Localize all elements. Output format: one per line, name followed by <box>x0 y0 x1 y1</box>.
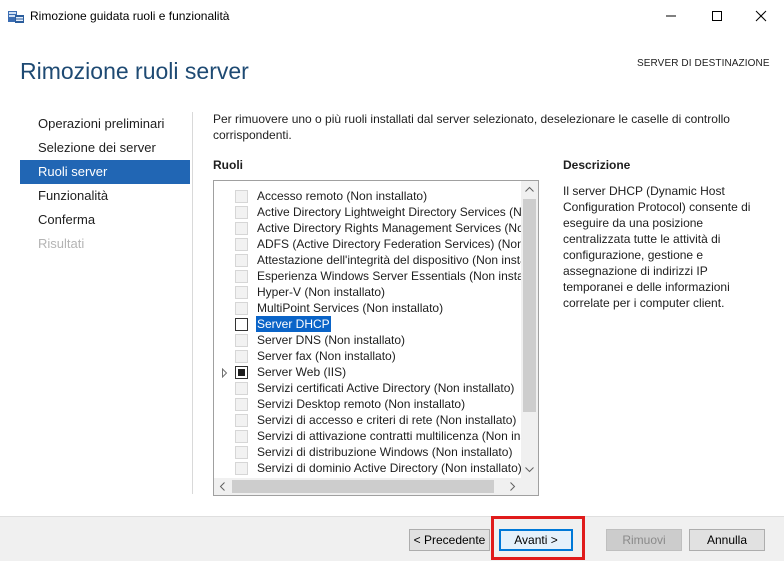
expand-arrow-icon[interactable] <box>221 367 229 379</box>
scrollbar-corner <box>521 478 538 495</box>
role-label: Server fax (Non installato) <box>257 349 396 363</box>
role-label: Servizi Desktop remoto (Non installato) <box>257 397 466 411</box>
role-row[interactable]: Servizi di attivazione contratti multili… <box>214 428 521 444</box>
role-row[interactable]: Servizi Desktop remoto (Non installato) <box>214 396 521 412</box>
role-checkbox <box>235 238 248 251</box>
role-row[interactable]: Servizi di accesso e criteri di rete (No… <box>214 412 521 428</box>
role-checkbox <box>235 190 248 203</box>
role-label: Accesso remoto (Non installato) <box>257 189 428 203</box>
role-checkbox <box>235 430 248 443</box>
maximize-button[interactable] <box>694 0 740 32</box>
maximize-icon <box>712 11 722 21</box>
role-row[interactable]: ADFS (Active Directory Federation Servic… <box>214 236 521 252</box>
footer-bar: < Precedente Avanti > Rimuovi Annulla <box>0 516 784 561</box>
role-label: Attestazione dell'integrità del disposit… <box>257 253 521 267</box>
nav-item: Risultati <box>38 236 85 251</box>
role-row[interactable]: Server fax (Non installato) <box>214 348 521 364</box>
window-title: Rimozione guidata ruoli e funzionalità <box>30 9 230 23</box>
role-row[interactable]: Hyper-V (Non installato) <box>214 284 521 300</box>
role-row[interactable]: Active Directory Lightweight Directory S… <box>214 204 521 220</box>
role-row[interactable]: Server Web (IIS) <box>214 364 521 380</box>
nav-item[interactable]: Conferma <box>20 208 190 232</box>
role-label: Server Web (IIS) <box>257 365 347 379</box>
role-label: Servizi di accesso e criteri di rete (No… <box>257 413 517 427</box>
cancel-button[interactable]: Annulla <box>689 529 765 551</box>
scroll-up-icon[interactable] <box>521 181 538 198</box>
role-row[interactable]: Server DNS (Non installato) <box>214 332 521 348</box>
roles-list[interactable]: Accesso remoto (Non installato) Active Di… <box>213 180 539 496</box>
role-label: Servizi certificati Active Directory (No… <box>257 381 515 395</box>
previous-button[interactable]: < Precedente <box>409 529 490 551</box>
scroll-down-icon[interactable] <box>521 461 538 478</box>
role-checkbox <box>235 302 248 315</box>
role-row[interactable]: MultiPoint Services (Non installato) <box>214 300 521 316</box>
nav-item[interactable]: Selezione dei server <box>20 136 190 160</box>
role-checkbox <box>235 222 248 235</box>
role-label: Esperienza Windows Server Essentials (No… <box>257 269 521 283</box>
role-checkbox <box>235 398 248 411</box>
role-checkbox <box>235 206 248 219</box>
nav-item[interactable]: Funzionalità <box>20 184 190 208</box>
close-button[interactable] <box>738 0 784 32</box>
nav-divider <box>192 112 193 494</box>
wizard-nav: Operazioni preliminari Selezione dei serv… <box>20 112 190 256</box>
role-row[interactable]: Accesso remoto (Non installato) <box>214 188 521 204</box>
title-bar: Rimozione guidata ruoli e funzionalità <box>0 0 784 32</box>
role-checkbox <box>235 254 248 267</box>
role-row[interactable]: Server DHCP <box>214 316 521 332</box>
role-checkbox <box>235 350 248 363</box>
next-button[interactable]: Avanti > <box>499 529 573 551</box>
role-label: Server DHCP <box>256 316 331 332</box>
role-label: Active Directory Rights Management Servi… <box>257 221 521 235</box>
role-checkbox <box>235 270 248 283</box>
minimize-icon <box>666 15 676 17</box>
role-label: Hyper-V (Non installato) <box>257 285 386 299</box>
horizontal-scrollbar[interactable] <box>214 478 521 495</box>
minimize-button[interactable] <box>648 0 694 32</box>
scroll-left-icon[interactable] <box>214 478 231 495</box>
role-row[interactable]: Attestazione dell'integrità del disposit… <box>214 252 521 268</box>
role-row[interactable]: Servizi di distribuzione Windows (Non in… <box>214 444 521 460</box>
roles-heading: Ruoli <box>213 158 243 172</box>
role-row[interactable]: Active Directory Rights Management Servi… <box>214 220 521 236</box>
role-checkbox <box>235 446 248 459</box>
role-checkbox <box>235 462 248 475</box>
role-label: Servizi di dominio Active Directory (Non… <box>257 461 521 475</box>
intro-text: Per rimuovere uno o più ruoli installati… <box>213 112 730 142</box>
scroll-right-icon[interactable] <box>504 478 521 495</box>
role-label: Active Directory Lightweight Directory S… <box>257 205 521 219</box>
vertical-scrollbar[interactable] <box>521 181 538 478</box>
role-row[interactable]: Servizi di dominio Active Directory (Non… <box>214 460 521 476</box>
description-text: Il server DHCP (Dynamic Host Configurati… <box>563 184 751 310</box>
close-icon <box>755 10 767 22</box>
role-checkbox <box>235 414 248 427</box>
destination-server-label: SERVER DI DESTINAZIONE <box>637 58 770 69</box>
roles-rows: Accesso remoto (Non installato) Active Di… <box>214 188 521 476</box>
role-checkbox[interactable] <box>235 366 248 379</box>
role-checkbox[interactable] <box>235 318 248 331</box>
role-checkbox <box>235 286 248 299</box>
nav-item[interactable]: Operazioni preliminari <box>20 112 190 136</box>
destination-server-value <box>622 73 764 93</box>
role-label: Servizi di distribuzione Windows (Non in… <box>257 445 513 459</box>
role-label: Servizi di attivazione contratti multili… <box>257 429 521 443</box>
description-heading: Descrizione <box>563 158 631 172</box>
server-manager-icon <box>8 9 24 23</box>
remove-button[interactable]: Rimuovi <box>606 529 682 551</box>
nav-item[interactable]: Ruoli server <box>20 160 190 184</box>
role-row[interactable]: Servizi certificati Active Directory (No… <box>214 380 521 396</box>
role-checkbox <box>235 382 248 395</box>
horizontal-scroll-thumb[interactable] <box>232 480 494 493</box>
role-label: ADFS (Active Directory Federation Servic… <box>257 237 521 251</box>
role-label: MultiPoint Services (Non installato) <box>257 301 444 315</box>
vertical-scroll-thumb[interactable] <box>523 199 536 412</box>
role-checkbox <box>235 334 248 347</box>
role-label: Server DNS (Non installato) <box>257 333 406 347</box>
role-row[interactable]: Esperienza Windows Server Essentials (No… <box>214 268 521 284</box>
page-title: Rimozione ruoli server <box>20 58 249 84</box>
